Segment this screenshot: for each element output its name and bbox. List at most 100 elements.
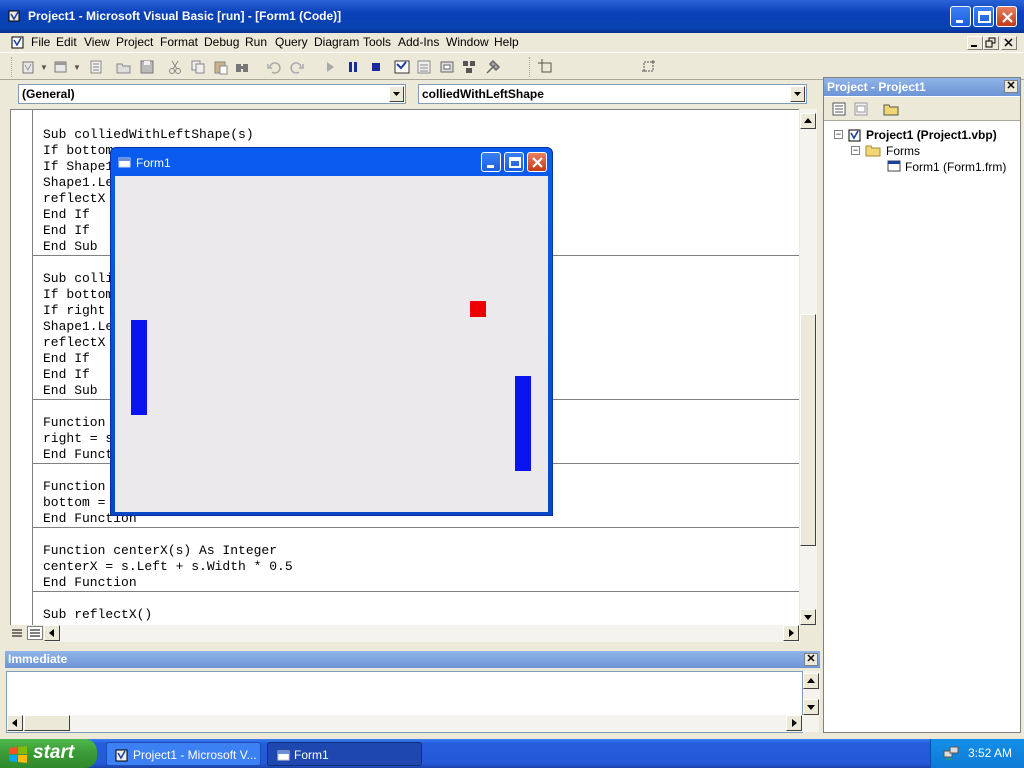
clock[interactable]: 3:52 AM	[968, 746, 1012, 760]
code-margin[interactable]	[11, 110, 33, 625]
code-line[interactable]: right = s	[43, 431, 113, 447]
view-code-icon[interactable]	[831, 101, 847, 117]
immediate-vertical-scrollbar[interactable]	[803, 671, 820, 716]
menu-query[interactable]: Query	[275, 35, 308, 49]
menu-edit[interactable]: Edit	[56, 35, 77, 49]
close-button[interactable]	[996, 6, 1017, 27]
maximize-button[interactable]	[973, 6, 994, 27]
copy-icon[interactable]	[189, 58, 207, 76]
vertical-scrollbar[interactable]	[800, 109, 817, 625]
code-line[interactable]: centerX = s.Left + s.Width * 0.5	[43, 559, 293, 575]
properties-icon[interactable]	[415, 58, 433, 76]
end-icon[interactable]	[367, 58, 385, 76]
tree-item-form1[interactable]: Form1 (Form1.frm)	[905, 160, 1006, 174]
code-line[interactable]: End Sub	[43, 383, 98, 399]
form1-window[interactable]: Form1	[110, 147, 553, 516]
title-bar[interactable]: Project1 - Microsoft Visual Basic [run] …	[0, 0, 1024, 33]
code-line[interactable]: If Shape1	[43, 159, 113, 175]
menu-debug[interactable]: Debug	[204, 35, 239, 49]
code-line[interactable]: Shape1.Le	[43, 175, 113, 191]
procedure-view-button[interactable]	[10, 626, 24, 640]
scroll-up-button[interactable]	[803, 673, 819, 689]
add-form-icon[interactable]	[52, 58, 70, 76]
code-line[interactable]: bottom =	[43, 495, 105, 511]
scroll-thumb[interactable]	[24, 715, 70, 731]
procedure-combo[interactable]: colliedWithLeftShape	[418, 84, 807, 104]
break-icon[interactable]	[344, 58, 362, 76]
toolbar-grip[interactable]	[11, 57, 14, 77]
scroll-left-button[interactable]	[44, 625, 60, 641]
immediate-horizontal-scrollbar[interactable]	[7, 715, 819, 732]
code-line[interactable]: If bottom	[43, 143, 113, 159]
network-icon[interactable]	[942, 745, 960, 761]
object-combo[interactable]: (General)	[18, 84, 406, 104]
code-line[interactable]: reflectX	[43, 191, 105, 207]
undo-icon[interactable]	[265, 58, 283, 76]
code-line[interactable]: Sub colliedWithLeftShape(s)	[43, 127, 254, 143]
menu-view[interactable]: View	[84, 35, 110, 49]
form1-client-area[interactable]	[115, 176, 548, 512]
scroll-up-button[interactable]	[800, 113, 816, 129]
menu-window[interactable]: Window	[446, 35, 489, 49]
form1-title-bar[interactable]: Form1	[116, 152, 547, 174]
code-line[interactable]: Function	[43, 479, 105, 495]
minimize-button[interactable]	[950, 6, 971, 27]
taskbar-button-vb[interactable]: Project1 - Microsoft V...	[106, 742, 261, 766]
cut-icon[interactable]	[166, 58, 184, 76]
immediate-close-button[interactable]: ✕	[804, 653, 818, 666]
code-line[interactable]: End If	[43, 367, 90, 383]
code-line[interactable]: Sub colli	[43, 271, 113, 287]
form1-close-button[interactable]	[527, 152, 547, 172]
chevron-down-icon[interactable]	[790, 86, 805, 102]
scroll-right-button[interactable]	[786, 715, 802, 731]
code-line[interactable]: End Function	[43, 575, 137, 591]
form1-maximize-button[interactable]	[504, 152, 524, 172]
menu-help[interactable]: Help	[494, 35, 519, 49]
add-project-icon[interactable]	[20, 58, 38, 76]
tree-item-project[interactable]: Project1 (Project1.vbp)	[866, 128, 997, 142]
code-line[interactable]: End If	[43, 223, 90, 239]
code-line[interactable]: End If	[43, 351, 90, 367]
toggle-folders-icon[interactable]	[882, 101, 900, 117]
menu-file[interactable]: File	[31, 35, 50, 49]
scroll-left-button[interactable]	[7, 715, 23, 731]
code-line[interactable]: End Funct	[43, 447, 113, 463]
scroll-down-button[interactable]	[800, 609, 816, 625]
view-object-icon[interactable]	[853, 101, 869, 117]
project-explorer-icon[interactable]	[393, 58, 411, 76]
mdi-minimize-button[interactable]	[967, 36, 983, 50]
mdi-close-button[interactable]	[1001, 36, 1017, 50]
full-module-view-button[interactable]	[27, 626, 43, 640]
tree-item-forms[interactable]: Forms	[886, 144, 920, 158]
code-line[interactable]: End Sub	[43, 239, 98, 255]
menu-project[interactable]: Project	[116, 35, 153, 49]
taskbar-button-form1[interactable]: Form1	[267, 742, 422, 766]
dropdown-arrow-icon[interactable]: ▼	[73, 63, 81, 72]
position-icon[interactable]	[537, 58, 555, 76]
find-icon[interactable]	[233, 58, 251, 76]
mdi-restore-button[interactable]	[983, 36, 999, 50]
menu-editor-icon[interactable]	[87, 58, 105, 76]
chevron-down-icon[interactable]	[389, 86, 404, 102]
code-line[interactable]: Function centerX(s) As Integer	[43, 543, 277, 559]
menu-tools[interactable]: Tools	[363, 35, 391, 49]
code-line[interactable]: If right	[43, 303, 105, 319]
size-icon[interactable]	[640, 58, 658, 76]
collapse-icon[interactable]: −	[851, 146, 860, 155]
code-line[interactable]: End If	[43, 207, 90, 223]
dropdown-arrow-icon[interactable]: ▼	[40, 63, 48, 72]
menu-run[interactable]: Run	[245, 35, 267, 49]
start-button[interactable]: start	[0, 739, 97, 768]
code-line[interactable]: Sub reflectX()	[43, 607, 152, 623]
scroll-thumb[interactable]	[800, 314, 816, 546]
form-layout-icon[interactable]	[438, 58, 456, 76]
paste-icon[interactable]	[212, 58, 230, 76]
save-icon[interactable]	[138, 58, 156, 76]
collapse-icon[interactable]: −	[834, 130, 843, 139]
open-icon[interactable]	[115, 58, 133, 76]
code-line[interactable]: If bottom	[43, 287, 113, 303]
code-line[interactable]: Function	[43, 415, 105, 431]
start-icon[interactable]	[321, 58, 339, 76]
horizontal-scrollbar[interactable]	[44, 625, 800, 642]
menu-add-ins[interactable]: Add-Ins	[398, 35, 439, 49]
